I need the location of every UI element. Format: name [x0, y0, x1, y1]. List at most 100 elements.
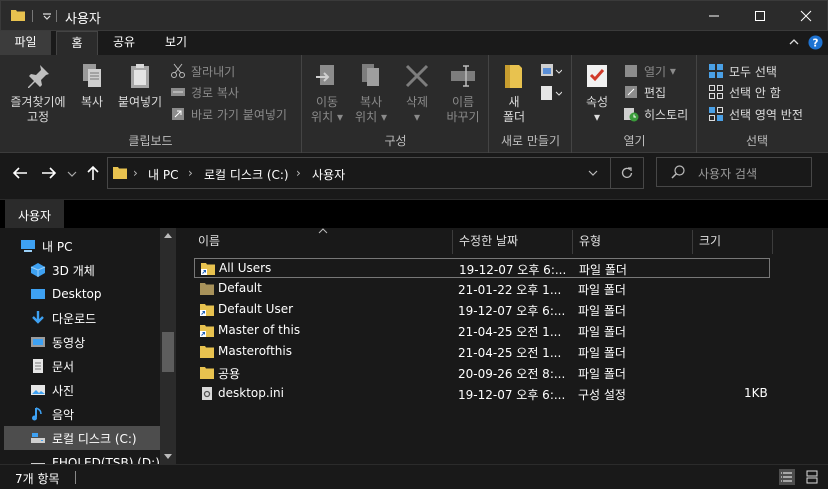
column-header-size[interactable]: 크기 — [699, 230, 721, 256]
table-row[interactable]: Default 21-01-22 오후 1... 파일 폴더 — [194, 279, 770, 299]
organize-group-label: 구성 — [384, 134, 407, 148]
nav-item-music[interactable]: 음악 — [30, 402, 180, 426]
column-divider[interactable] — [772, 230, 773, 254]
address-history-icon[interactable] — [588, 168, 598, 178]
open-button[interactable]: 열기 ▾ — [623, 61, 676, 81]
invert-selection-button[interactable]: 선택 영역 반전 — [708, 104, 803, 124]
drive-icon — [31, 463, 45, 464]
nav-item-label: 로컬 디스크 (C:) — [52, 431, 137, 446]
search-placeholder: 사용자 검색 — [698, 167, 758, 181]
search-icon — [671, 165, 685, 179]
minimize-button[interactable] — [691, 1, 737, 31]
delete-icon — [405, 64, 429, 88]
breadcrumb-users[interactable]: 사용자 — [312, 166, 345, 183]
breadcrumb-local-disk[interactable]: 로컬 디스크 (C:) — [204, 166, 289, 183]
nav-item-desktop[interactable]: Desktop — [30, 282, 180, 306]
pin-label-2: 고정 — [26, 110, 50, 124]
nav-item-videos[interactable]: 동영상 — [30, 330, 180, 354]
recent-locations-icon[interactable] — [66, 164, 78, 182]
nav-item-pictures[interactable]: 사진 — [30, 378, 180, 402]
column-divider[interactable] — [572, 230, 573, 254]
copy-to-button[interactable]: 복사 위치 ▾ — [349, 61, 393, 125]
new-item-icon[interactable] — [540, 63, 562, 79]
table-row[interactable]: 공용 20-09-26 오전 8:... 파일 폴더 — [194, 363, 770, 383]
nav-item-documents[interactable]: 문서 — [30, 354, 180, 378]
folder-icon — [200, 283, 214, 295]
nav-item-local-disk[interactable]: 로컬 디스크 (C:) — [4, 426, 160, 450]
delete-button[interactable]: 삭제 ▾ — [397, 61, 437, 125]
edit-button[interactable]: 편집 — [623, 82, 666, 102]
new-folder-button[interactable]: 새 폴더 — [496, 61, 532, 125]
select-all-button[interactable]: 모두 선택 — [708, 61, 777, 81]
forward-arrow-icon[interactable] — [40, 164, 58, 182]
large-icons-view-icon[interactable] — [804, 469, 820, 485]
easy-access-icon[interactable] — [540, 85, 562, 101]
nav-item-this-pc[interactable]: 내 PC — [20, 234, 180, 258]
address-bar[interactable]: › 내 PC › 로컬 디스크 (C:) › 사용자 — [107, 157, 644, 189]
document-icon — [33, 359, 43, 373]
history-button[interactable]: 히스토리 — [623, 104, 688, 124]
rename-button[interactable]: 이름 바꾸기 — [441, 61, 485, 125]
column-header-name[interactable]: 이름 — [198, 230, 220, 256]
open-group-label: 열기 — [623, 134, 646, 148]
edit-label: 편집 — [644, 85, 667, 100]
column-divider[interactable] — [452, 230, 453, 254]
scissors-icon — [171, 63, 185, 78]
details-view-icon[interactable] — [779, 469, 795, 485]
pc-icon — [21, 240, 35, 252]
file-date: 20-09-26 오전 8:... — [458, 367, 566, 381]
table-row[interactable]: All Users 19-12-07 오후 6:... 파일 폴더 — [194, 258, 770, 278]
copy-button[interactable]: 복사 — [74, 61, 110, 110]
cut-button[interactable]: 잘라내기 — [170, 61, 235, 81]
quick-access-dropdown-icon[interactable] — [42, 11, 52, 21]
ribbon-tab-bar: 파일 홈 공유 보기 ? — [0, 31, 828, 55]
scroll-up-icon[interactable] — [164, 232, 172, 238]
paste-button[interactable]: 붙여넣기 — [112, 61, 168, 110]
maximize-button[interactable] — [737, 1, 783, 31]
clipboard-group: 즐겨찾기에 고정 복사 붙여넣기 잘라내기 경로 복사 바로 가기 붙여넣기 클… — [0, 55, 302, 153]
table-row[interactable]: Default User 19-12-07 오후 6:... 파일 폴더 — [194, 300, 770, 320]
refresh-icon[interactable] — [620, 166, 634, 180]
breadcrumb-separator[interactable]: › — [188, 166, 193, 180]
properties-button[interactable]: 속성 ▾ — [579, 61, 615, 125]
nav-pane-scrollbar[interactable] — [160, 228, 176, 464]
tab-home[interactable]: 홈 — [56, 31, 98, 55]
search-box[interactable]: 사용자 검색 — [656, 157, 812, 187]
paste-shortcut-button[interactable]: 바로 가기 붙여넣기 — [170, 104, 287, 124]
scroll-down-icon[interactable] — [164, 454, 172, 460]
breadcrumb-separator[interactable]: › — [133, 166, 138, 180]
close-button[interactable] — [783, 1, 828, 31]
move-to-button[interactable]: 이동 위치 ▾ — [307, 61, 347, 125]
column-header-date[interactable]: 수정한 날짜 — [459, 230, 518, 256]
copy-to-icon — [362, 64, 379, 86]
nav-item-downloads[interactable]: 다운로드 — [30, 306, 180, 330]
table-row[interactable]: Masterofthis 21-04-25 오전 1... 파일 폴더 — [194, 342, 770, 362]
column-divider[interactable] — [692, 230, 693, 254]
copy-label: 복사 — [80, 95, 104, 109]
table-row[interactable]: desktop.ini 19-12-07 오후 6:... 구성 설정 1KB — [194, 384, 770, 404]
back-arrow-icon[interactable] — [11, 164, 29, 182]
help-icon[interactable]: ? — [808, 35, 823, 50]
file-name: desktop.ini — [218, 386, 284, 400]
breadcrumb-this-pc[interactable]: 내 PC — [148, 166, 178, 183]
pin-to-quick-access-button[interactable]: 즐겨찾기에 고정 — [4, 61, 72, 125]
table-row[interactable]: Master of this 21-04-25 오전 1... 파일 폴더 — [194, 321, 770, 341]
copy-path-button[interactable]: 경로 복사 — [170, 82, 239, 102]
collapse-ribbon-icon[interactable] — [788, 36, 800, 48]
tab-users[interactable]: 사용자 — [5, 200, 64, 229]
select-none-button[interactable]: 선택 안 함 — [708, 82, 781, 102]
column-header-type[interactable]: 유형 — [579, 230, 601, 256]
properties-label: 속성 — [585, 95, 609, 109]
tab-view[interactable]: 보기 — [155, 31, 197, 55]
title-bar: 사용자 — [0, 0, 828, 31]
breadcrumb-separator[interactable]: › — [296, 166, 301, 180]
copy-to-label-2: 위치 — [355, 110, 378, 124]
nav-item-d-drive[interactable]: FHOLED(TSB) (D:) — [30, 451, 180, 464]
nav-item-3d-objects[interactable]: 3D 개체 — [30, 258, 180, 282]
paste-label: 붙여넣기 — [117, 95, 163, 109]
status-bar: 7개 항목 — [0, 464, 828, 489]
up-arrow-icon[interactable] — [84, 164, 102, 182]
tab-share[interactable]: 공유 — [104, 31, 144, 55]
tab-file[interactable]: 파일 — [0, 31, 51, 55]
scrollbar-thumb[interactable] — [162, 332, 174, 372]
